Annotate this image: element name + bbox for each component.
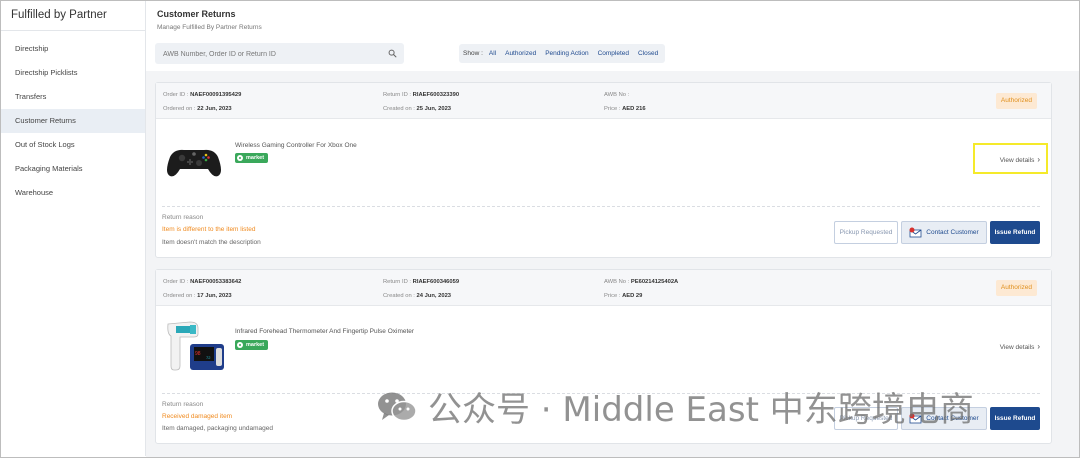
price: Price : AED 216 <box>604 106 646 112</box>
return-id: Return ID : RIAEF600346059 <box>383 279 460 285</box>
product-name[interactable]: Wireless Gaming Controller For Xbox One <box>235 142 357 149</box>
issue-refund-button[interactable]: Issue Refund <box>990 407 1040 430</box>
awb-number: AWB No : <box>604 92 630 98</box>
order-id: Order ID : NAEF00091395429 <box>163 92 242 98</box>
wechat-icon <box>378 392 417 421</box>
market-icon <box>237 342 243 348</box>
return-reason-label: Return reason <box>162 401 204 408</box>
filter-authorized[interactable]: Authorized <box>505 50 536 57</box>
ordered-on: Ordered on : 22 Jun, 2023 <box>163 106 232 112</box>
search-input[interactable] <box>155 44 375 65</box>
sidebar-nav: Directship Directship Picklists Transfer… <box>1 31 145 205</box>
issue-refund-button[interactable]: Issue Refund <box>990 221 1040 244</box>
status-badge: Authorized <box>995 93 1037 109</box>
contact-customer-button[interactable]: Contact Customer <box>901 221 987 244</box>
sidebar-item-transfers[interactable]: Transfers <box>1 85 145 109</box>
sidebar-title: Fulfilled by Partner <box>1 1 145 31</box>
return-card: Order ID : NAEF00091395429 Ordered on : … <box>155 82 1052 258</box>
return-reason: Item is different to the item listed <box>162 226 256 233</box>
thermometer-oximeter-image: 98 72 <box>162 318 226 376</box>
sidebar-item-directship-picklists[interactable]: Directship Picklists <box>1 61 145 85</box>
sidebar-item-warehouse[interactable]: Warehouse <box>1 181 145 205</box>
order-id: Order ID : NAEF00053383642 <box>163 279 242 285</box>
divider <box>162 206 1040 207</box>
return-card-header: Order ID : NAEF00091395429 Ordered on : … <box>156 83 1051 119</box>
mail-icon <box>909 227 922 238</box>
return-reason-label: Return reason <box>162 214 204 221</box>
price: Price : AED 29 <box>604 293 643 299</box>
market-badge: market <box>235 340 269 350</box>
status-badge: Authorized <box>995 280 1037 296</box>
filter-completed[interactable]: Completed <box>598 50 629 57</box>
market-badge: market <box>235 153 269 163</box>
page-title: Customer Returns <box>157 9 236 19</box>
pickup-requested-button[interactable]: Pickup Requested <box>834 221 898 244</box>
watermark: 公众号 · Middle East 中东跨境电商 <box>376 382 974 431</box>
svg-text:72: 72 <box>206 355 211 360</box>
return-description: Item doesn't match the description <box>162 239 261 246</box>
sidebar-item-directship[interactable]: Directship <box>1 37 145 61</box>
return-description: Item damaged, packaging undamaged <box>162 425 273 432</box>
view-details-link[interactable]: View details › <box>1000 342 1040 351</box>
filter-all[interactable]: All <box>489 50 496 57</box>
page-subtitle: Manage Fulfilled By Partner Returns <box>157 24 262 31</box>
page-header: Customer Returns Manage Fulfilled By Par… <box>146 1 1079 71</box>
return-card-header: Order ID : NAEF00053383642 Ordered on : … <box>156 270 1051 306</box>
status-filter-bar: Show : All Authorized Pending Action Com… <box>459 44 666 63</box>
sidebar-item-packaging-materials[interactable]: Packaging Materials <box>1 157 145 181</box>
ordered-on: Ordered on : 17 Jun, 2023 <box>163 293 232 299</box>
search-box <box>155 43 404 65</box>
chevron-right-icon: › <box>1037 342 1040 351</box>
sidebar: Fulfilled by Partner Directship Directsh… <box>1 1 146 456</box>
search-icon[interactable] <box>388 49 397 58</box>
return-reason: Received damaged item <box>162 413 233 420</box>
filter-label: Show : <box>463 50 483 57</box>
highlight-box <box>973 143 1048 174</box>
return-id: Return ID : RIAEF600323390 <box>383 92 460 98</box>
product-name[interactable]: Infrared Forehead Thermometer And Finger… <box>235 328 414 335</box>
sidebar-item-customer-returns[interactable]: Customer Returns <box>1 109 145 133</box>
created-on: Created on : 24 Jun, 2023 <box>383 293 452 299</box>
filter-pending-action[interactable]: Pending Action <box>545 50 588 57</box>
market-icon <box>237 155 243 161</box>
svg-text:98: 98 <box>195 351 201 357</box>
sidebar-item-out-of-stock-logs[interactable]: Out of Stock Logs <box>1 133 145 157</box>
filter-closed[interactable]: Closed <box>638 50 658 57</box>
xbox-controller-image <box>162 135 226 189</box>
awb-number: AWB No : PE60214125402A <box>604 279 679 285</box>
created-on: Created on : 25 Jun, 2023 <box>383 106 452 112</box>
